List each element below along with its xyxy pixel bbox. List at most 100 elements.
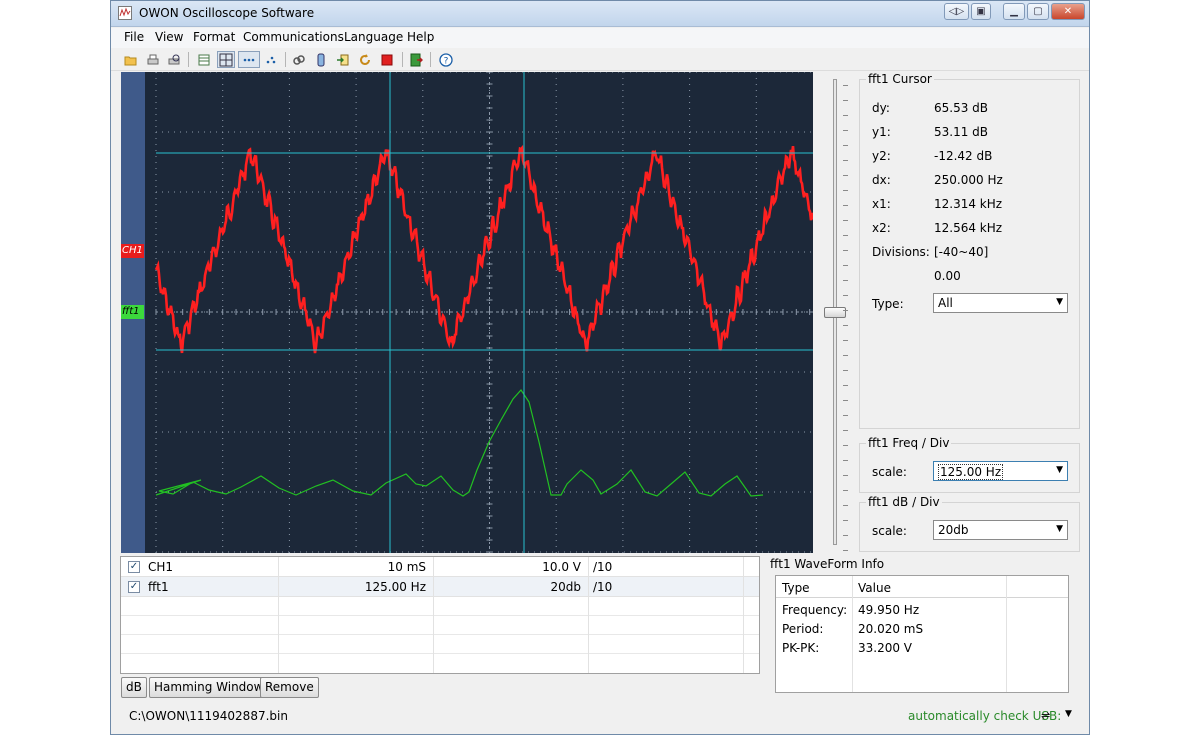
usb-icon: ⇌: [1041, 709, 1051, 722]
print-icon[interactable]: [144, 51, 162, 68]
export-icon[interactable]: [334, 51, 352, 68]
slider-tick: [843, 190, 848, 191]
refresh-icon[interactable]: [356, 51, 374, 68]
freq-scale-select[interactable]: 125.00 Hz ▼: [933, 461, 1068, 481]
info-pkpk-value: 33.200 V: [858, 641, 913, 655]
grid-icon[interactable]: [217, 51, 235, 68]
dx-value: 250.000 Hz: [934, 173, 1003, 187]
chevron-down-icon: ▼: [1056, 524, 1063, 534]
file-path: C:\OWON\1119402887.bin: [129, 709, 288, 723]
value-column-header: Value: [858, 581, 891, 595]
title-bar: OWON Oscilloscope Software ◁▷ ▣ ▁ ▢ ✕: [111, 1, 1089, 27]
db-scale-select[interactable]: 20db ▼: [933, 520, 1068, 540]
slider-tick: [843, 130, 848, 131]
menu-file[interactable]: File: [124, 30, 144, 44]
slider-tick: [843, 310, 848, 311]
minimize-button[interactable]: ▁: [1003, 3, 1025, 20]
slider-tick: [843, 115, 848, 116]
save-icon[interactable]: [407, 51, 425, 68]
open-folder-icon[interactable]: [122, 51, 140, 68]
channel-row-ch1[interactable]: ✓ CH1 10 mS 10.0 V /10: [121, 557, 759, 577]
slider-thumb[interactable]: [824, 307, 846, 318]
y2-value: -12.42 dB: [934, 149, 993, 163]
app-window: OWON Oscilloscope Software ◁▷ ▣ ▁ ▢ ✕ Fi…: [110, 0, 1090, 735]
waveform-info-title: fft1 WaveForm Info: [768, 557, 887, 571]
channel-volts: 10.0 V: [542, 560, 581, 574]
battery-icon[interactable]: [312, 51, 330, 68]
close-button[interactable]: ✕: [1051, 3, 1085, 20]
slider-tick: [843, 265, 848, 266]
scatter-icon[interactable]: [262, 51, 280, 68]
fft1-waveform: [155, 389, 764, 497]
ch1-marker[interactable]: CH1: [121, 244, 144, 258]
oscilloscope-display[interactable]: CH1 fft1: [121, 72, 813, 553]
info-frequency-value: 49.950 Hz: [858, 603, 920, 617]
chevron-down-icon[interactable]: ▼: [1065, 709, 1072, 719]
channel-volts: 20db: [550, 580, 581, 594]
slider-tick: [843, 160, 848, 161]
type-label: Type:: [872, 297, 904, 311]
slider-tick: [843, 325, 848, 326]
help-icon[interactable]: ?: [437, 51, 455, 68]
status-bar: C:\OWON\1119402887.bin automatically che…: [111, 705, 1089, 727]
waveform-plot: [154, 72, 813, 553]
y1-label: y1:: [872, 125, 891, 139]
slider-tick: [843, 250, 848, 251]
channel-timebase: 10 mS: [387, 560, 426, 574]
remove-button[interactable]: Remove: [260, 677, 319, 698]
dy-value: 65.53 dB: [934, 101, 989, 115]
dx-label: dx:: [872, 173, 891, 187]
chevron-down-icon: ▼: [1056, 297, 1063, 307]
toolbar: ?: [111, 48, 1089, 71]
type-column-header: Type: [782, 581, 810, 595]
menu-communications[interactable]: Communications: [243, 30, 344, 44]
dots-icon[interactable]: [238, 51, 260, 68]
window-title: OWON Oscilloscope Software: [139, 6, 315, 20]
menu-help[interactable]: Help: [407, 30, 434, 44]
x1-value: 12.314 kHz: [934, 197, 1003, 211]
x1-label: x1:: [872, 197, 891, 211]
ch1-checkbox[interactable]: ✓: [128, 561, 140, 573]
y2-label: y2:: [872, 149, 891, 163]
compact-mode-button[interactable]: ▣: [971, 3, 991, 20]
table-icon[interactable]: [195, 51, 213, 68]
print-preview-icon[interactable]: [165, 51, 183, 68]
slider-tick: [843, 220, 848, 221]
slider-tick: [843, 445, 848, 446]
maximize-button[interactable]: ▢: [1027, 3, 1049, 20]
link-icon[interactable]: [290, 51, 308, 68]
fft1-checkbox[interactable]: ✓: [128, 581, 140, 593]
hamming-window-button[interactable]: Hamming Window: [149, 677, 269, 698]
x2-label: x2:: [872, 221, 891, 235]
freq-div-panel: fft1 Freq / Div scale: 125.00 Hz ▼: [859, 436, 1080, 493]
divisions-label: Divisions:: [872, 245, 930, 259]
stop-icon[interactable]: [378, 51, 396, 68]
info-frequency-label: Frequency:: [782, 603, 848, 617]
cursor-type-select[interactable]: All ▼: [933, 293, 1068, 313]
vertical-slider[interactable]: [823, 79, 851, 551]
divisions-value: [-40~40]: [934, 245, 989, 259]
channel-list: ✓ CH1 10 mS 10.0 V /10 ✓ fft1 125.00 Hz …: [120, 556, 760, 674]
db-div-title: fft1 dB / Div: [866, 495, 942, 509]
slider-tick: [843, 85, 848, 86]
slider-tick: [843, 235, 848, 236]
menu-view[interactable]: View: [155, 30, 183, 44]
menu-bar: File View Format Communications Language…: [111, 28, 1089, 48]
menu-language[interactable]: Language: [344, 30, 403, 44]
menu-format[interactable]: Format: [193, 30, 235, 44]
extra-window-button[interactable]: ◁▷: [944, 3, 969, 20]
dy-label: dy:: [872, 101, 890, 115]
db-button[interactable]: dB: [121, 677, 147, 698]
divisions-position-value: 0.00: [934, 269, 961, 283]
info-period-label: Period:: [782, 622, 824, 636]
slider-tick: [843, 100, 848, 101]
slider-tick: [843, 550, 848, 551]
channel-row-fft1[interactable]: ✓ fft1 125.00 Hz 20db /10: [121, 577, 759, 597]
fft1-marker[interactable]: fft1: [121, 305, 144, 319]
x2-value: 12.564 kHz: [934, 221, 1003, 235]
channel-name: fft1: [148, 580, 169, 594]
channel-probe: /10: [593, 580, 613, 594]
ch1-waveform: [154, 144, 813, 354]
svg-text:?: ?: [444, 56, 449, 66]
channel-name: CH1: [148, 560, 174, 574]
